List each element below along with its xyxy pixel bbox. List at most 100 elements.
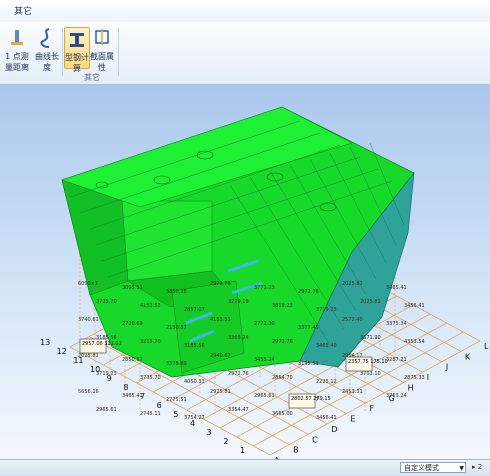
dimension-label: 2965.61 bbox=[254, 393, 275, 399]
dimension-label: 4153.51 bbox=[210, 317, 231, 323]
dimension-label: 2850.57 bbox=[122, 357, 143, 363]
dimension-label: 2775.51 bbox=[166, 397, 187, 403]
grid-column-letter: I bbox=[427, 373, 429, 382]
dimension-label: 2854.70 bbox=[272, 375, 293, 381]
dimension-label: 3195.51 bbox=[298, 361, 319, 367]
profile-calc-label: 型钢计算 bbox=[65, 53, 89, 73]
callout-text: 2357.75 175.10 bbox=[348, 359, 388, 365]
dimension-label: 2972.76 bbox=[228, 371, 249, 377]
measure-distance-label: 1 点测量距离 bbox=[5, 52, 29, 72]
status-tail: ▸ 2 bbox=[472, 463, 483, 471]
dimension-label: 5656.16 bbox=[78, 389, 99, 395]
dimension-label: 3740.61 bbox=[78, 317, 99, 323]
dimension-label: 3279.19 bbox=[228, 299, 249, 305]
dimension-label: 3377.45 bbox=[298, 325, 319, 331]
grid-row-number: 13 bbox=[40, 338, 50, 347]
grid-column-letter: B bbox=[293, 446, 299, 455]
dimension-label: 3725.70 bbox=[96, 299, 117, 305]
dimension-label: 3465.41 bbox=[386, 285, 407, 291]
dimension-label: 2972.76 bbox=[298, 289, 319, 295]
dimension-label: 6090×7 bbox=[78, 281, 98, 287]
dimension-label: 2225.12 bbox=[316, 379, 337, 385]
group-separator bbox=[118, 28, 119, 76]
chevron-down-icon: ▼ bbox=[459, 465, 464, 472]
dimension-label: 3095.51 bbox=[122, 285, 143, 291]
dimension-label: 3455.24 bbox=[254, 357, 275, 363]
dimension-label: 3850.28 bbox=[166, 289, 187, 295]
grid-row-number: 3 bbox=[207, 428, 212, 437]
ribbon-toolbar: 1 点测量距离 曲线长度 型钢计算 截面属性 其它 bbox=[0, 22, 490, 85]
curve-length-button[interactable]: 曲线长度 bbox=[34, 27, 60, 72]
grid-row-number: 7 bbox=[140, 392, 145, 401]
dimension-label: 3185.56 bbox=[184, 343, 205, 349]
grid-row-number: 12 bbox=[57, 347, 67, 356]
status-bar: 自定义模式 ▼ ▸ 2 bbox=[0, 459, 490, 476]
grid-column-letter: G bbox=[389, 394, 395, 403]
3d-viewport[interactable]: 6090×7 3095.51 3850.28 2972.76 3771.23 2972.7… bbox=[0, 85, 490, 459]
dimension-label: 3665.00 bbox=[272, 411, 293, 417]
grid-column-letter: L bbox=[484, 342, 489, 351]
dimension-label: 4050.33 bbox=[184, 379, 205, 385]
grid-column-letter: F bbox=[369, 404, 374, 413]
dimension-label: 2150.57 bbox=[166, 325, 187, 331]
grid-column-letter: K bbox=[465, 352, 471, 361]
grid-column-letter: D bbox=[331, 425, 337, 434]
dimension-label: 3719.23 bbox=[316, 307, 337, 313]
dimension-label: 2972.76 bbox=[210, 281, 231, 287]
dimension-label: 2025.81 bbox=[360, 299, 381, 305]
profile-calc-button[interactable]: 型钢计算 bbox=[64, 27, 90, 73]
dimension-label: 2875.33 bbox=[404, 375, 425, 381]
dimension-label: 2025.81 bbox=[342, 281, 363, 287]
grid-column-letter: J bbox=[445, 363, 448, 372]
ship-block-3d-model: 6090×7 3095.51 3850.28 2972.76 3771.23 2972.7… bbox=[40, 106, 489, 459]
callout-text: 2957.06 311.02 bbox=[82, 341, 122, 347]
grid-row-number: 2 bbox=[223, 437, 228, 446]
curve-length-label: 曲线长度 bbox=[35, 52, 59, 72]
dimension-label: 3819.23 bbox=[272, 303, 293, 309]
callout-text: 2802.57 279.15 bbox=[291, 396, 331, 402]
profile-calc-icon bbox=[65, 28, 89, 50]
grid-row-number: 10 bbox=[90, 365, 100, 374]
menu-bar: 其它 bbox=[0, 0, 490, 23]
dimension-label: 3465.40 bbox=[316, 343, 337, 349]
dimension-label: 3215.70 bbox=[140, 339, 161, 345]
grid-column-letter: C bbox=[312, 435, 318, 444]
dimension-label: 2720.69 bbox=[122, 321, 143, 327]
dimension-label: 2745.11 bbox=[140, 411, 161, 417]
dimension-label: 2572.40 bbox=[342, 317, 363, 323]
dimension-label: 3365.24 bbox=[228, 335, 249, 341]
dimension-label: 3456.41 bbox=[404, 303, 425, 309]
dimension-label: 3735.70 bbox=[140, 375, 161, 381]
grid-column-letter: H bbox=[408, 383, 414, 392]
mode-select-value: 自定义模式 bbox=[404, 464, 439, 472]
dimension-label: 2925.81 bbox=[210, 389, 231, 395]
grid-column-letter: E bbox=[350, 415, 355, 424]
grid-row-number: 8 bbox=[123, 383, 128, 392]
dimension-label: 3375.34 bbox=[386, 321, 407, 327]
grid-row-number: 1 bbox=[240, 446, 245, 455]
menu-item-other[interactable]: 其它 bbox=[14, 4, 32, 17]
section-property-label: 截面属性 bbox=[90, 52, 114, 72]
dimension-label: 3287.21 bbox=[386, 357, 407, 363]
dimension-label: 3571.90 bbox=[360, 335, 381, 341]
section-property-icon bbox=[90, 27, 114, 49]
dimension-label: 3378.89 bbox=[166, 361, 187, 367]
dimension-label: 4153.51 bbox=[140, 303, 161, 309]
dimension-label: 2965.61 bbox=[96, 407, 117, 413]
section-property-button[interactable]: 截面属性 bbox=[90, 27, 114, 72]
group-separator bbox=[62, 28, 63, 76]
dimension-label: 3703.10 bbox=[360, 371, 381, 377]
dimension-label: 2772.30 bbox=[254, 321, 275, 327]
measure-icon bbox=[2, 27, 32, 49]
dimension-label: 2972.76 bbox=[272, 339, 293, 345]
mode-select[interactable]: 自定义模式 ▼ bbox=[400, 462, 466, 473]
grid-row-number: 11 bbox=[73, 356, 83, 365]
dimension-label: 2857.07 bbox=[184, 307, 205, 313]
dimension-label: 2453.31 bbox=[342, 389, 363, 395]
dimension-label: 4353.54 bbox=[404, 339, 425, 345]
grid-row-number: 4 bbox=[190, 419, 195, 428]
measure-distance-button[interactable]: 1 点测量距离 bbox=[2, 27, 32, 72]
grid-row-number: 6 bbox=[157, 401, 162, 410]
grid-row-number: 5 bbox=[173, 410, 178, 419]
dimension-label: 3354.47 bbox=[228, 407, 249, 413]
